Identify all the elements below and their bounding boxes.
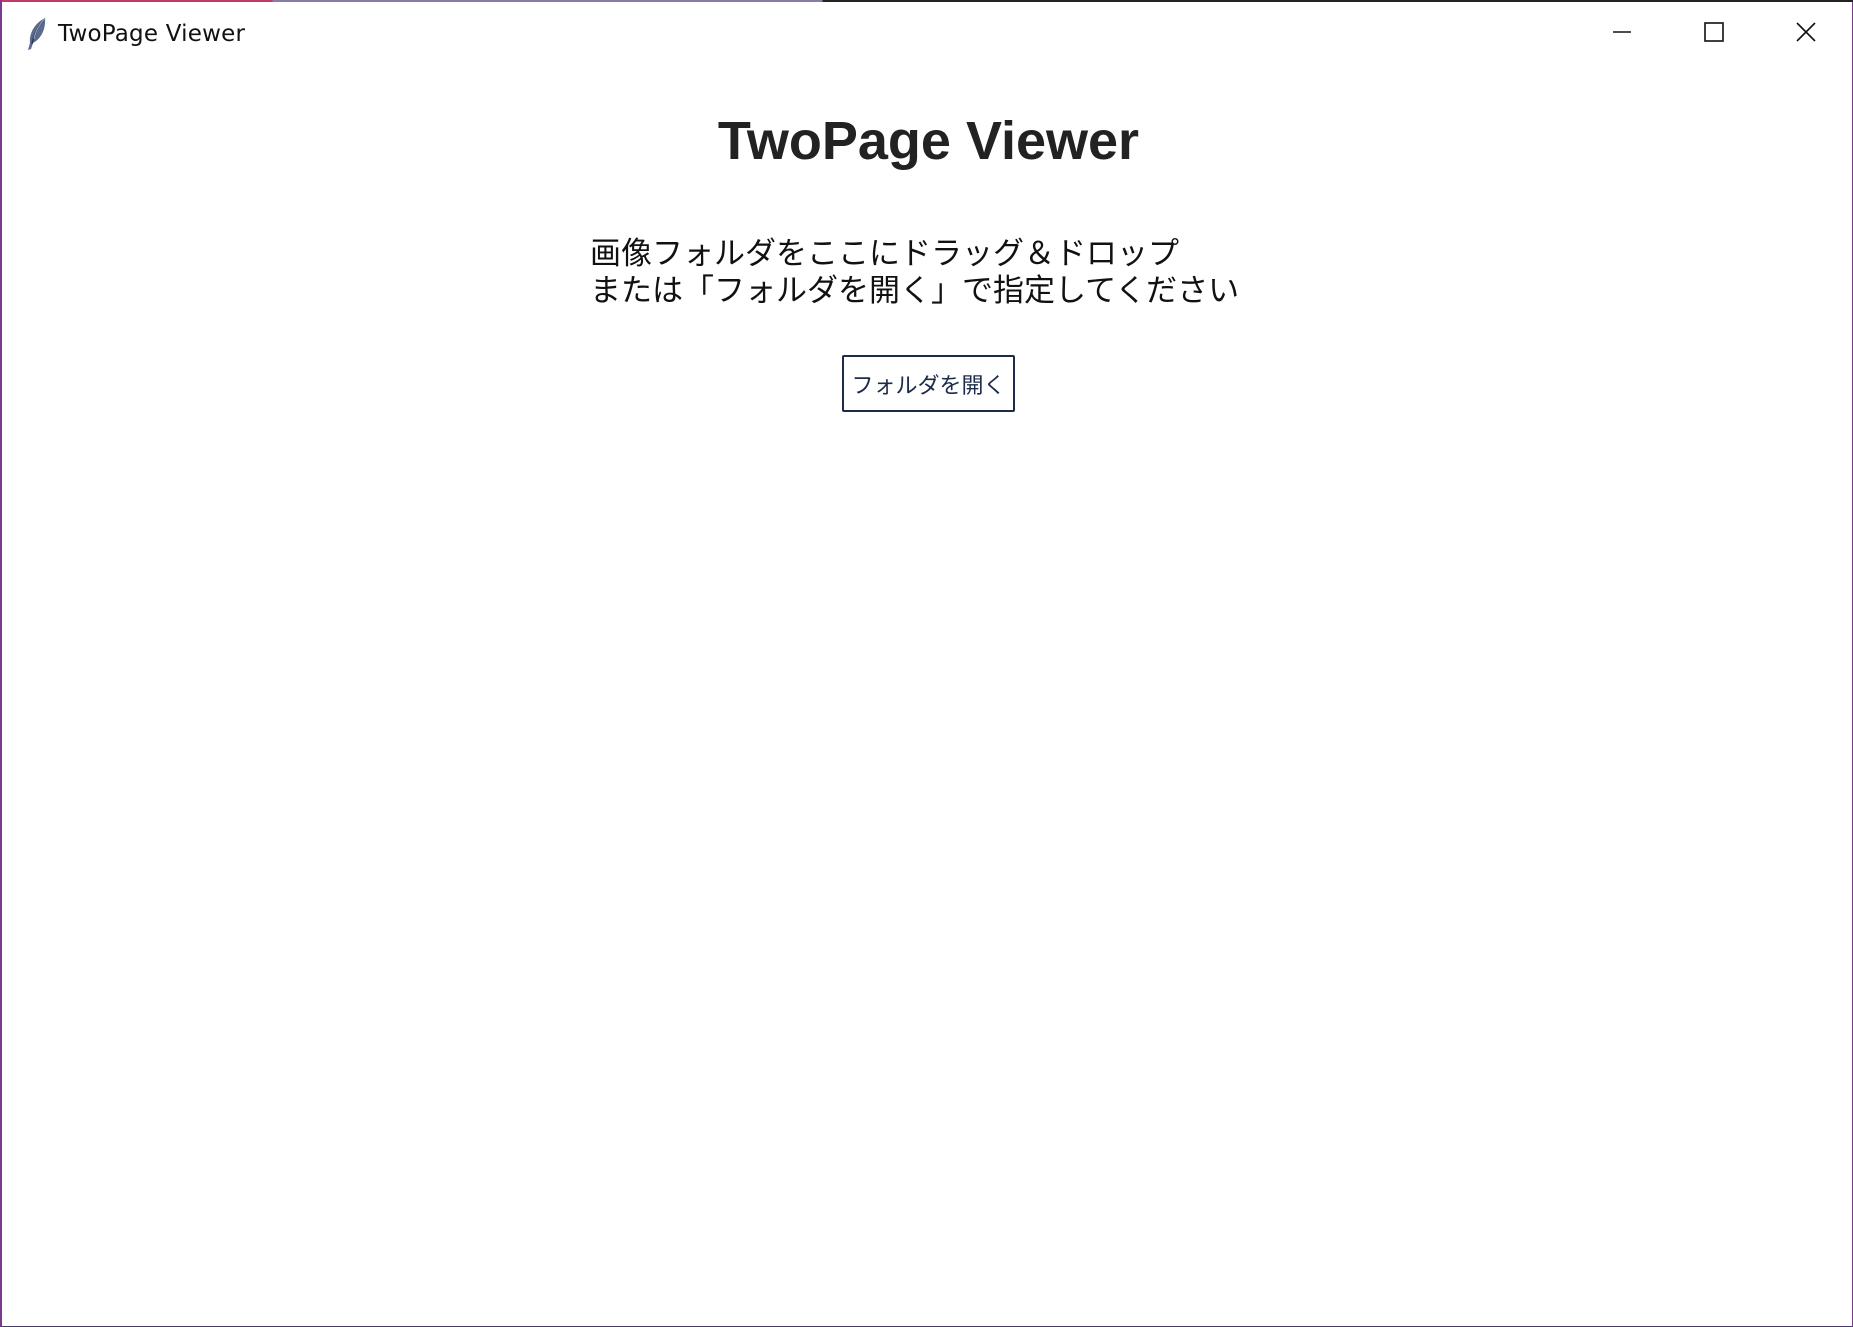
minimize-button[interactable] — [1576, 2, 1668, 66]
drop-zone[interactable]: TwoPage Viewer 画像フォルダをここにドラッグ＆ドロップ または「フ… — [2, 66, 1852, 1326]
open-folder-button[interactable]: フォルダを開く — [842, 355, 1015, 412]
close-icon — [1795, 21, 1817, 47]
maximize-icon — [1703, 21, 1725, 47]
close-button[interactable] — [1760, 2, 1852, 66]
maximize-button[interactable] — [1668, 2, 1760, 66]
instructions-line-2: または「フォルダを開く」で指定してください — [590, 273, 1240, 309]
window-controls — [1576, 2, 1852, 66]
instructions-line-1: 画像フォルダをここにドラッグ＆ドロップ — [590, 236, 1179, 272]
window-title: TwoPage Viewer — [58, 21, 246, 47]
title-bar[interactable]: TwoPage Viewer — [2, 2, 1852, 66]
drop-instructions: 画像フォルダをここにドラッグ＆ドロップ または「フォルダを開く」で指定してくださ… — [590, 236, 1239, 310]
page-title: TwoPage Viewer — [717, 111, 1140, 171]
feather-icon — [24, 16, 50, 52]
app-window: TwoPage Viewer TwoPage Viewer 画像フォルダをここに… — [0, 0, 1853, 1327]
minimize-icon — [1611, 21, 1633, 47]
